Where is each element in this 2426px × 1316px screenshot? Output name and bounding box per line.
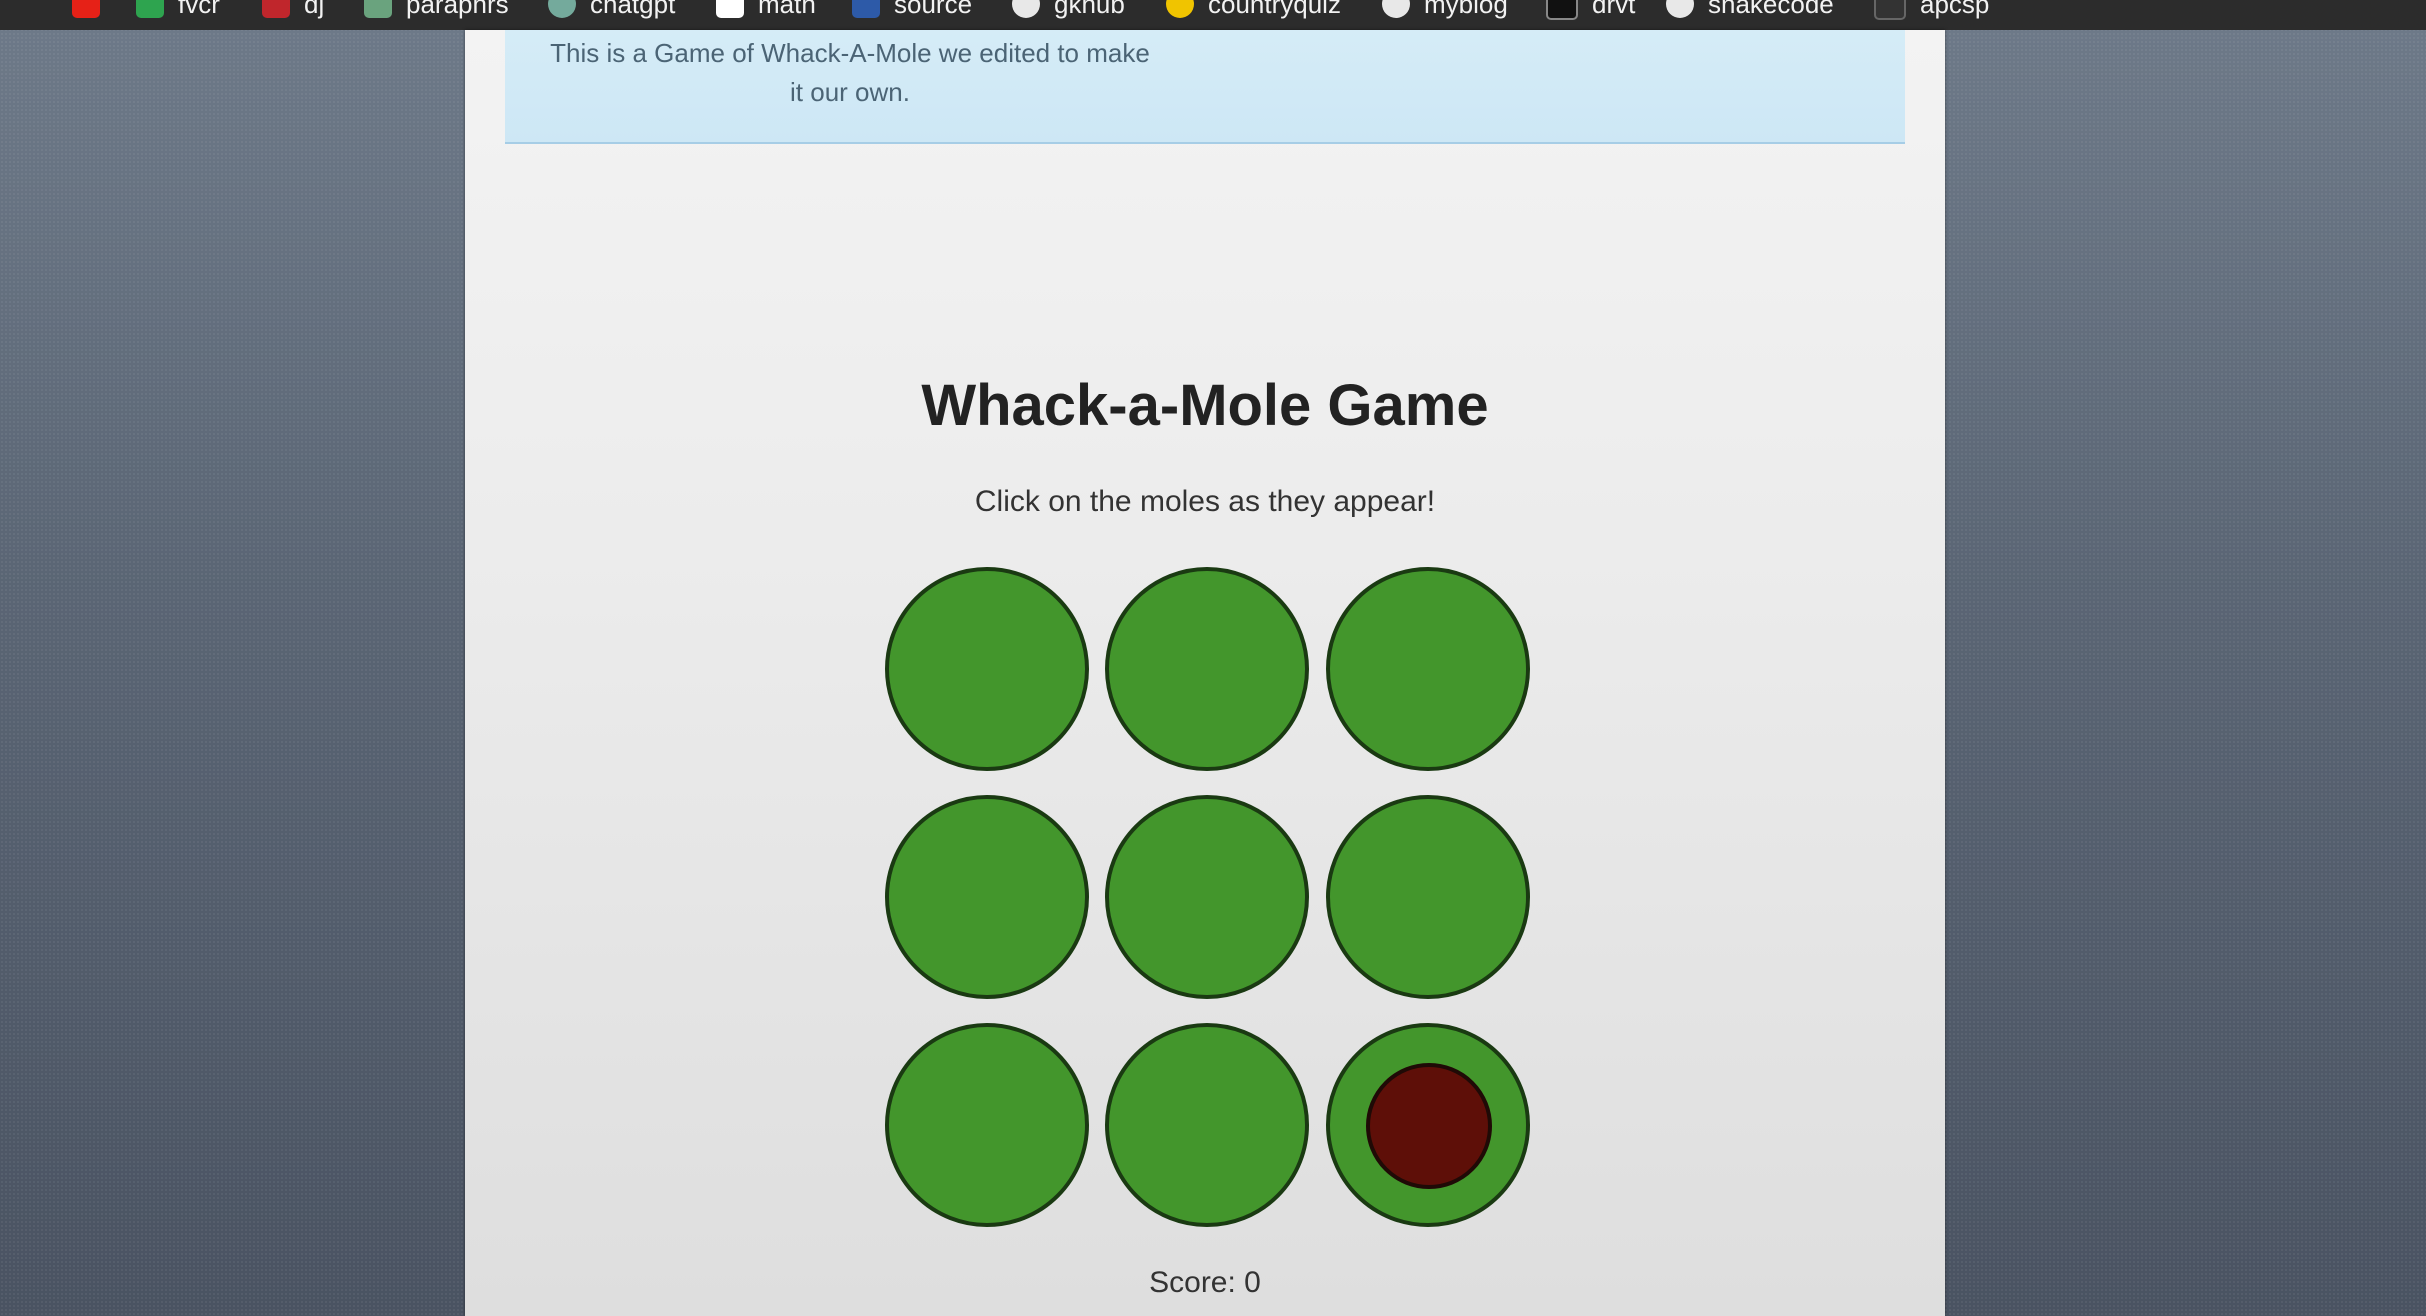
game-title: Whack-a-Mole Game [921,373,1489,438]
apcsp-icon [1874,0,1906,20]
bookmark-youtube[interactable] [72,0,100,22]
bookmark-label: fvcr [178,0,220,19]
hole-3[interactable] [1326,567,1530,771]
bookmark-red-icon [262,0,290,18]
bookmark-label: paraphrs [406,0,509,19]
bookmark-label: snakecode [1708,0,1834,19]
bookmark-label: chatgpt [590,0,676,19]
bookmark-label: drvt [1592,0,1636,19]
bookmark-label: source [894,0,973,19]
bookmark-label: gkhub [1054,0,1125,19]
info-banner: This is a Game of Whack-A-Mole we edited… [505,30,1905,144]
drvt-icon [1546,0,1578,20]
bookmark-snakecode[interactable]: snakecode [1666,0,1834,22]
bookmark-apcsp[interactable]: apcsp [1874,0,1989,22]
chatgpt-icon [548,0,576,18]
mole-grid [885,567,1533,1263]
countryquiz-icon [1166,0,1194,18]
paraphrase-icon [364,0,392,18]
blog-icon [1382,0,1410,18]
hole-4[interactable] [885,795,1089,999]
hole-6[interactable] [1326,795,1530,999]
sheets-icon [136,0,164,18]
bookmark-label: math [758,0,816,19]
bookmark-dj[interactable]: dj [262,0,324,22]
youtube-icon [72,0,100,18]
source-icon [852,0,880,18]
bookmark-label: countryquiz [1208,0,1341,19]
bookmark-gkhub[interactable]: gkhub [1012,0,1125,22]
bookmark-fvcr[interactable]: fvcr [136,0,220,22]
bookmark-countryquiz[interactable]: countryquiz [1166,0,1341,22]
mole[interactable] [1366,1063,1492,1189]
github-icon [1666,0,1694,18]
hole-2[interactable] [1105,567,1309,771]
bookmarks-bar: ces fvcr dj paraphrs chatgpt math source… [0,0,2426,30]
hole-7[interactable] [885,1023,1089,1227]
game-instructions: Click on the moles as they appear! [974,485,1436,518]
bookmark-drvt[interactable]: drvt [1546,0,1635,22]
bookmark-source[interactable]: source [852,0,972,22]
bookmark-label: dj [304,0,325,19]
hole-8[interactable] [1105,1023,1309,1227]
math-icon [716,0,744,18]
bookmark-label: apcsp [1920,0,1990,19]
bookmark-math[interactable]: math [716,0,816,22]
globe-icon [1012,0,1040,18]
banner-text: This is a Game of Whack-A-Mole we edited… [550,38,1150,107]
bookmark-label: myblog [1424,0,1508,19]
hole-5[interactable] [1105,795,1309,999]
score-display: Score: 0 [1149,1266,1261,1299]
hole-9[interactable] [1326,1023,1530,1227]
bookmark-chatgpt[interactable]: chatgpt [548,0,675,22]
bookmark-myblog[interactable]: myblog [1382,0,1508,22]
bookmark-paraphrs[interactable]: paraphrs [364,0,509,22]
page-content: This is a Game of Whack-A-Mole we edited… [465,30,1945,1316]
hole-1[interactable] [885,567,1089,771]
